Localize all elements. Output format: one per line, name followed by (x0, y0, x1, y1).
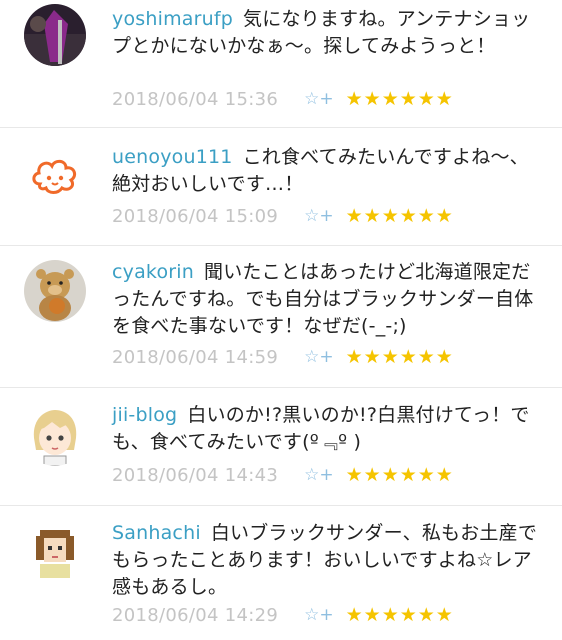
comment-date: 2018/06/04 14:29 (112, 604, 279, 626)
comment-item: jii-blog 白いのか!?黒いのか!?白黒付けてっ！でも、食べてみたいです(º… (0, 388, 562, 506)
add-star-icon[interactable]: ☆+ (304, 605, 333, 625)
star-rating: ★★★★★★ (345, 464, 454, 486)
add-star-icon[interactable]: ☆+ (304, 89, 333, 109)
comment-list: yoshimarufp 気になりますね。アンテナショップとかにないかなぁ〜。探して… (0, 0, 562, 640)
add-star-icon[interactable]: ☆+ (304, 206, 333, 226)
comment-text: uenoyou111 これ食べてみたいんですよね〜、絶対おいしいです…！ (112, 144, 542, 198)
avatar[interactable] (24, 146, 86, 208)
star-rating: ★★★★★★ (345, 88, 454, 110)
avatar[interactable] (24, 260, 86, 322)
comment-date: 2018/06/04 14:59 (112, 346, 279, 368)
comment-text: cyakorin 聞いたことはあったけど北海道限定だったんですね。でも自分はブラッ… (112, 259, 542, 340)
star-rating: ★★★★★★ (345, 346, 454, 368)
avatar[interactable] (24, 404, 86, 466)
add-star-icon[interactable]: ☆+ (304, 347, 333, 367)
comment-username[interactable]: uenoyou111 (112, 146, 233, 168)
comment-username[interactable]: yoshimarufp (112, 8, 233, 30)
comment-date: 2018/06/04 14:43 (112, 464, 279, 486)
comment-item: uenoyou111 これ食べてみたいんですよね〜、絶対おいしいです…！ 2018… (0, 128, 562, 246)
comment-meta: 2018/06/04 14:59 ☆+ ★★★★★★ (112, 344, 454, 370)
comment-meta: 2018/06/04 14:43 ☆+ ★★★★★★ (112, 462, 454, 488)
star-rating: ★★★★★★ (345, 604, 454, 626)
comment-meta: 2018/06/04 15:09 ☆+ ★★★★★★ (112, 203, 454, 229)
avatar[interactable] (24, 520, 86, 582)
comment-username[interactable]: jii-blog (112, 404, 177, 426)
comment-meta: 2018/06/04 14:29 ☆+ ★★★★★★ (112, 602, 454, 628)
comment-item: yoshimarufp 気になりますね。アンテナショップとかにないかなぁ〜。探して… (0, 0, 562, 128)
star-rating: ★★★★★★ (345, 205, 454, 227)
comment-meta: 2018/06/04 15:36 ☆+ ★★★★★★ (112, 86, 454, 112)
comment-username[interactable]: cyakorin (112, 261, 194, 283)
comment-username[interactable]: Sanhachi (112, 522, 201, 544)
comment-date: 2018/06/04 15:09 (112, 205, 279, 227)
comment-date: 2018/06/04 15:36 (112, 88, 279, 110)
comment-item: Sanhachi 白いブラックサンダー、私もお土産でもらったことあります！おいしい… (0, 506, 562, 640)
avatar[interactable] (24, 4, 86, 66)
comment-item: cyakorin 聞いたことはあったけど北海道限定だったんですね。でも自分はブラッ… (0, 246, 562, 388)
comment-text: Sanhachi 白いブラックサンダー、私もお土産でもらったことあります！おいしい… (112, 520, 542, 601)
comment-text: jii-blog 白いのか!?黒いのか!?白黒付けてっ！でも、食べてみたいです(º… (112, 402, 542, 456)
add-star-icon[interactable]: ☆+ (304, 465, 333, 485)
comment-text: yoshimarufp 気になりますね。アンテナショップとかにないかなぁ〜。探して… (112, 6, 542, 60)
